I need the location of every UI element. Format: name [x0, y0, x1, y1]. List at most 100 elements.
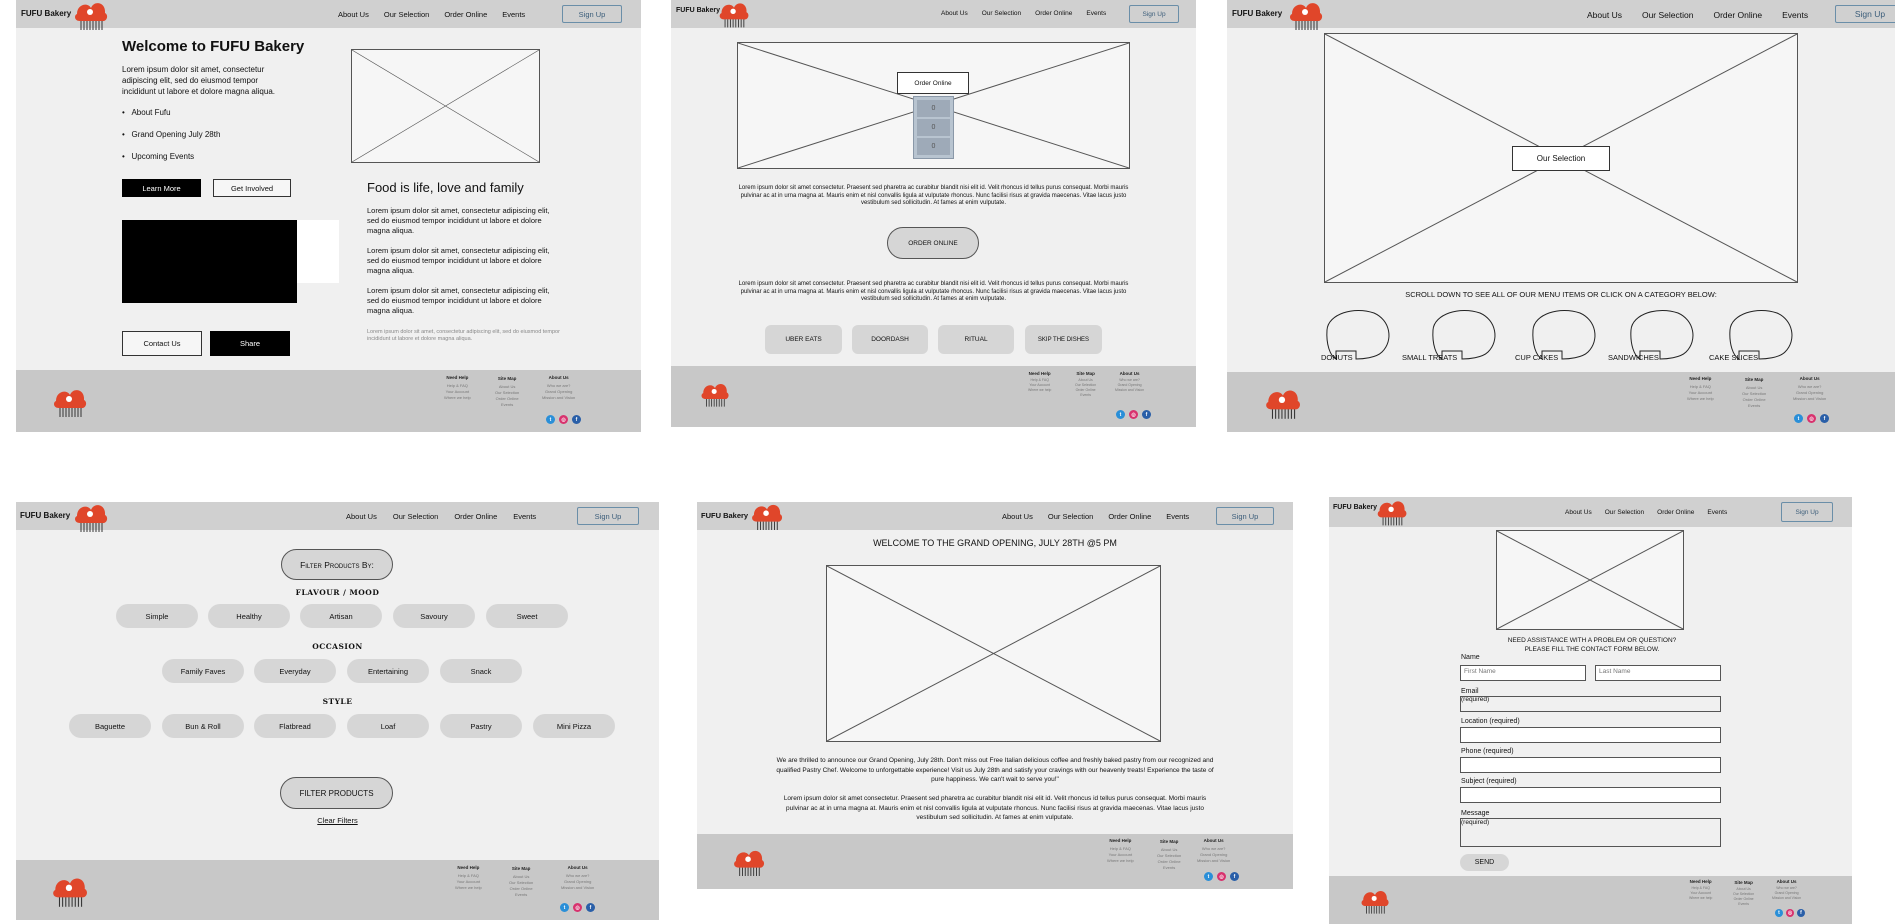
last-name-input[interactable]: Last Name: [1595, 665, 1721, 681]
facebook-icon[interactable]: f: [1142, 410, 1151, 419]
sign-up-button[interactable]: Sign Up: [1835, 5, 1895, 23]
instagram-icon[interactable]: ◎: [559, 415, 568, 424]
nav-order-online[interactable]: Order Online: [1657, 509, 1694, 516]
filter-chip-healthy[interactable]: Healthy: [208, 604, 290, 628]
location-input[interactable]: [1460, 727, 1721, 743]
nav-about-us[interactable]: About Us: [1587, 10, 1622, 20]
bakery-logo-icon[interactable]: [72, 0, 110, 30]
sign-up-button[interactable]: Sign Up: [1216, 507, 1274, 525]
filter-chip-flatbread[interactable]: Flatbread: [254, 714, 336, 738]
subject-input[interactable]: [1460, 787, 1721, 803]
brand-name[interactable]: FUFU Bakery: [20, 511, 70, 520]
filter-chip-pastry[interactable]: Pastry: [440, 714, 522, 738]
facebook-icon[interactable]: f: [1797, 909, 1805, 917]
share-button[interactable]: Share: [210, 331, 290, 356]
nav-order-online[interactable]: Order Online: [1035, 10, 1072, 17]
category-label[interactable]: SANDWICHES: [1608, 352, 1659, 363]
sign-up-button[interactable]: Sign Up: [562, 5, 622, 23]
twitter-icon[interactable]: t: [1116, 410, 1125, 419]
filter-chip-entertaining[interactable]: Entertaining: [347, 659, 429, 683]
doordash-button[interactable]: DOORDASH: [852, 325, 928, 354]
bakery-logo-icon[interactable]: [1287, 0, 1325, 30]
footer-logo-icon[interactable]: [731, 848, 767, 876]
nav-events[interactable]: Events: [1166, 512, 1189, 521]
instagram-icon[interactable]: ◎: [1786, 909, 1794, 917]
nav-events[interactable]: Events: [1086, 10, 1106, 17]
category-label[interactable]: SMALL TREATS: [1402, 352, 1457, 363]
instagram-icon[interactable]: ◎: [1129, 410, 1138, 419]
order-online-dropdown[interactable]: Order Online: [897, 72, 969, 94]
brand-name[interactable]: FUFU Bakery: [21, 9, 71, 18]
brand-name[interactable]: FUFU Bakery: [1232, 9, 1282, 18]
nav-events[interactable]: Events: [1782, 10, 1808, 20]
our-selection-button[interactable]: Our Selection: [1512, 146, 1610, 171]
nav-events[interactable]: Events: [502, 10, 525, 19]
filter-chip-family-faves[interactable]: Family Faves: [162, 659, 244, 683]
nav-about-us[interactable]: About Us: [1565, 509, 1592, 516]
footer-logo-icon[interactable]: [50, 875, 90, 907]
nav-our-selection[interactable]: Our Selection: [982, 10, 1021, 17]
list-item[interactable]: • Grand Opening July 28th: [122, 129, 302, 140]
contact-us-button[interactable]: Contact Us: [122, 331, 202, 356]
footer-logo-icon[interactable]: [699, 381, 731, 407]
nav-our-selection[interactable]: Our Selection: [1642, 10, 1694, 20]
twitter-icon[interactable]: t: [1204, 872, 1213, 881]
sign-up-button[interactable]: Sign Up: [577, 507, 639, 525]
footer-logo-icon[interactable]: [1359, 888, 1391, 914]
nav-events[interactable]: Events: [1707, 509, 1727, 516]
order-online-button[interactable]: ORDER ONLINE: [887, 227, 979, 259]
twitter-icon[interactable]: t: [1794, 414, 1803, 423]
nav-about-us[interactable]: About Us: [941, 10, 968, 17]
send-button[interactable]: SEND: [1460, 854, 1509, 871]
nav-our-selection[interactable]: Our Selection: [1605, 509, 1644, 516]
skip-the-dishes-button[interactable]: SKIP THE DISHES: [1025, 325, 1102, 354]
filter-chip-sweet[interactable]: Sweet: [486, 604, 568, 628]
filter-chip-bun-roll[interactable]: Bun & Roll: [162, 714, 244, 738]
get-involved-button[interactable]: Get Involved: [213, 179, 291, 197]
instagram-icon[interactable]: ◎: [573, 903, 582, 912]
facebook-icon[interactable]: f: [586, 903, 595, 912]
facebook-icon[interactable]: f: [572, 415, 581, 424]
first-name-input[interactable]: First Name: [1460, 665, 1586, 681]
sign-up-button[interactable]: Sign Up: [1129, 5, 1179, 23]
dropdown-item[interactable]: 0: [917, 119, 950, 136]
nav-about-us[interactable]: About Us: [1002, 512, 1033, 521]
nav-events[interactable]: Events: [513, 512, 536, 521]
list-item[interactable]: • About Fufu: [122, 107, 302, 118]
twitter-icon[interactable]: t: [560, 903, 569, 912]
twitter-icon[interactable]: t: [1775, 909, 1783, 917]
footer-logo-icon[interactable]: [51, 387, 89, 417]
twitter-icon[interactable]: t: [546, 415, 555, 424]
bakery-logo-icon[interactable]: [1375, 497, 1409, 527]
dropdown-item[interactable]: 0: [917, 138, 950, 155]
filter-chip-snack[interactable]: Snack: [440, 659, 522, 683]
phone-input[interactable]: [1460, 757, 1721, 773]
filter-products-button[interactable]: FILTER PRODUCTS: [280, 777, 393, 809]
filter-chip-simple[interactable]: Simple: [116, 604, 198, 628]
ritual-button[interactable]: RITUAL: [938, 325, 1014, 354]
instagram-icon[interactable]: ◎: [1807, 414, 1816, 423]
uber-eats-button[interactable]: UBER EATS: [765, 325, 842, 354]
footer-logo-icon[interactable]: [1263, 387, 1303, 419]
nav-about-us[interactable]: About Us: [338, 10, 369, 19]
email-input[interactable]: [1460, 696, 1721, 712]
bakery-logo-icon[interactable]: [717, 0, 751, 28]
facebook-icon[interactable]: f: [1230, 872, 1239, 881]
learn-more-button[interactable]: Learn More: [122, 179, 201, 197]
bakery-logo-icon[interactable]: [72, 502, 110, 532]
sign-up-button[interactable]: Sign Up: [1781, 502, 1833, 522]
brand-name[interactable]: FUFU Bakery: [701, 511, 748, 520]
nav-our-selection[interactable]: Our Selection: [384, 10, 429, 19]
nav-order-online[interactable]: Order Online: [454, 512, 497, 521]
nav-order-online[interactable]: Order Online: [444, 10, 487, 19]
nav-our-selection[interactable]: Our Selection: [1048, 512, 1093, 521]
nav-our-selection[interactable]: Our Selection: [393, 512, 438, 521]
list-item[interactable]: • Upcoming Events: [122, 151, 302, 162]
filter-chip-loaf[interactable]: Loaf: [347, 714, 429, 738]
message-textarea[interactable]: [1460, 818, 1721, 847]
filter-chip-baguette[interactable]: Baguette: [69, 714, 151, 738]
nav-order-online[interactable]: Order Online: [1108, 512, 1151, 521]
filter-chip-mini-pizza[interactable]: Mini Pizza: [533, 714, 615, 738]
clear-filters-link[interactable]: Clear Filters: [16, 815, 659, 826]
bakery-logo-icon[interactable]: [749, 502, 785, 530]
